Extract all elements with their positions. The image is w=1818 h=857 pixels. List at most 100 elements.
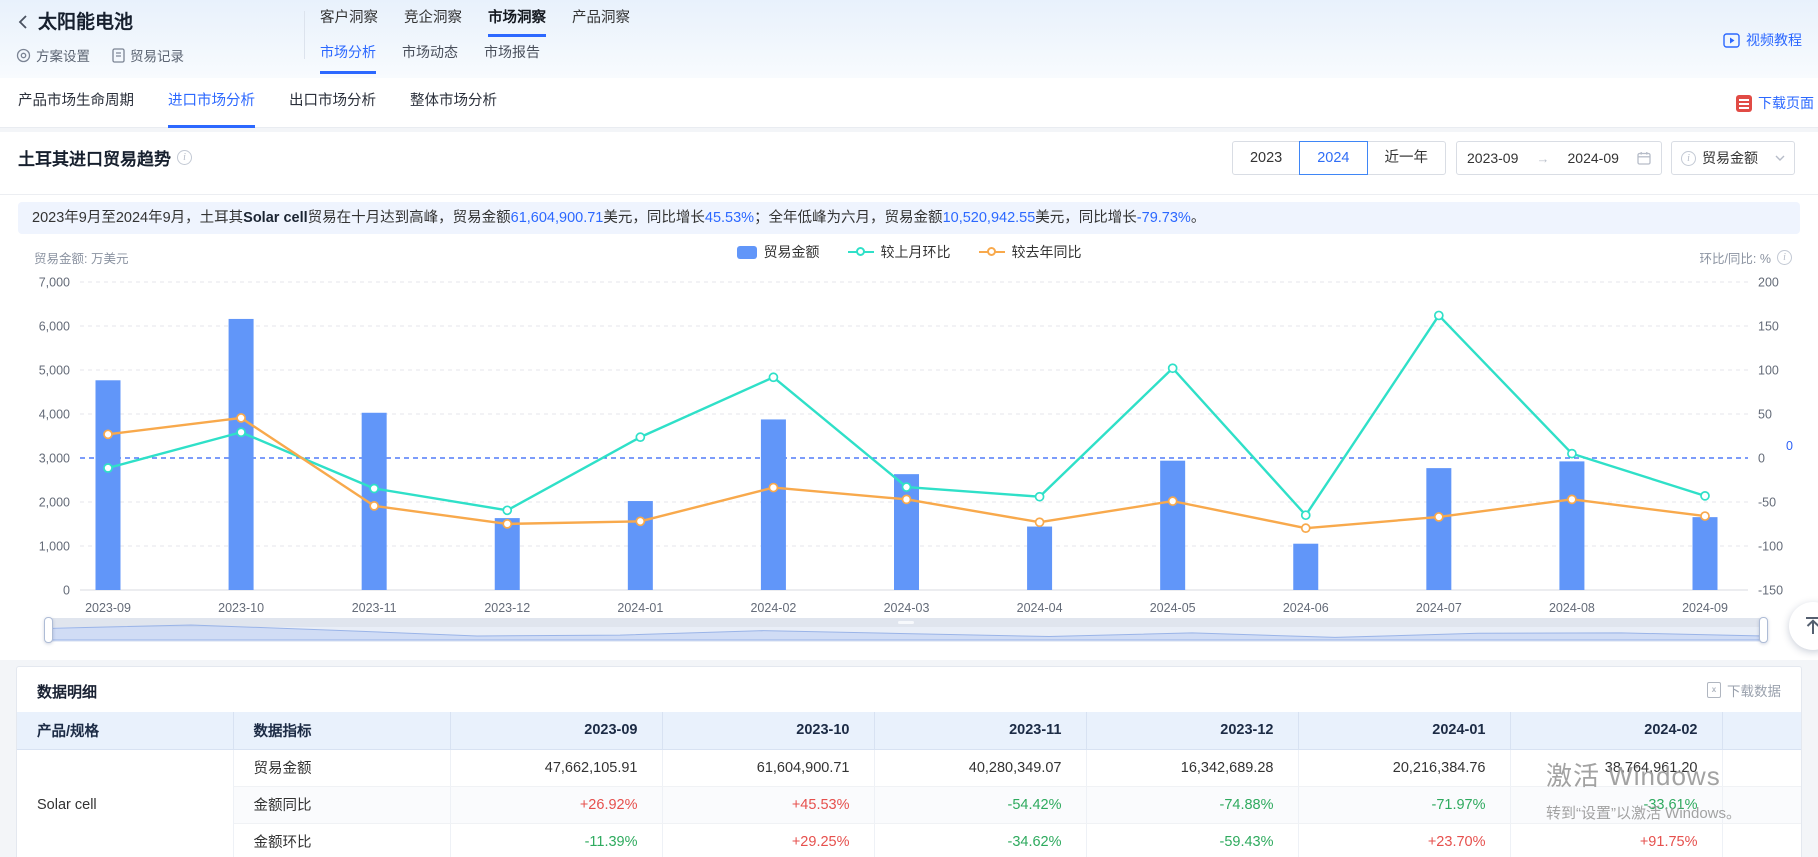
point-较上月环比-2024-03[interactable]: [903, 483, 911, 491]
value-cell-2024-02-金额环比: +91.75%: [1510, 823, 1722, 857]
indicator-cell: 贸易金额: [233, 749, 450, 786]
tab-competitor-insight[interactable]: 竞企洞察: [404, 6, 462, 37]
value-cell-2024-01-金额环比: +23.70%: [1298, 823, 1510, 857]
analysis-navband: 产品市场生命周期 进口市场分析 出口市场分析 整体市场分析 下载页面: [0, 78, 1818, 128]
point-较去年同比-2024-04[interactable]: [1036, 518, 1044, 526]
date-range-picker[interactable]: 2023-09 → 2024-09: [1456, 141, 1662, 175]
bar-2024-04[interactable]: [1027, 527, 1052, 590]
bar-2024-09[interactable]: [1693, 517, 1718, 590]
range-arrow-icon: →: [1536, 151, 1549, 166]
app-root: 太阳能电池 方案设置 贸易记录 客户洞察 竞企洞察 市场洞察 产品洞察 市场分析…: [0, 0, 1818, 857]
indicator-cell: 金额同比: [233, 786, 450, 823]
value-cell-2023-09-金额环比: -11.39%: [450, 823, 662, 857]
scheme-settings-link[interactable]: 方案设置: [16, 45, 90, 65]
bar-2024-07[interactable]: [1426, 468, 1451, 590]
pdf-icon: [1736, 95, 1752, 112]
x-axis-label: 2024-09: [1682, 601, 1728, 615]
x-axis-label: 2024-07: [1416, 601, 1462, 615]
legend-mom[interactable]: 较上月环比: [848, 242, 951, 262]
point-较去年同比-2024-06[interactable]: [1302, 524, 1310, 532]
arrow-to-top-icon: [1803, 616, 1818, 636]
range-end: 2024-09: [1568, 150, 1619, 166]
excel-icon: x: [1707, 682, 1721, 698]
point-较去年同比-2023-09[interactable]: [104, 430, 112, 438]
left-axis-tick: 0: [63, 584, 70, 598]
nav-overall-market-analysis[interactable]: 整体市场分析: [410, 78, 497, 128]
x-axis-label: 2023-12: [484, 601, 530, 615]
point-较去年同比-2024-08[interactable]: [1568, 495, 1576, 503]
bar-2023-09[interactable]: [96, 380, 121, 590]
point-较上月环比-2024-02[interactable]: [769, 373, 777, 381]
point-较上月环比-2023-10[interactable]: [237, 428, 245, 436]
section-title: 土耳其进口贸易趋势 i: [18, 145, 192, 170]
subtab-market-report[interactable]: 市场报告: [484, 42, 540, 74]
bar-2024-05[interactable]: [1160, 461, 1185, 590]
point-较上月环比-2024-04[interactable]: [1036, 493, 1044, 501]
point-较上月环比-2023-09[interactable]: [104, 464, 112, 472]
legend-bar-swatch: [737, 246, 757, 259]
point-较去年同比-2023-12[interactable]: [503, 520, 511, 528]
info-icon[interactable]: i: [1777, 250, 1792, 265]
tab-customer-insight[interactable]: 客户洞察: [320, 6, 378, 37]
legend-trade-amount[interactable]: 贸易金额: [737, 242, 820, 262]
document-icon: [112, 48, 125, 63]
slider-left-handle[interactable]: [44, 617, 53, 643]
info-icon[interactable]: i: [177, 150, 192, 165]
data-zoom-slider[interactable]: [48, 618, 1764, 642]
point-较去年同比-2024-07[interactable]: [1435, 513, 1443, 521]
nav-export-market-analysis[interactable]: 出口市场分析: [289, 78, 376, 128]
chart-legend: 贸易金额 较上月环比 较去年同比: [0, 242, 1818, 262]
recent-year-button[interactable]: 近一年: [1367, 141, 1447, 175]
point-较上月环比-2024-05[interactable]: [1169, 364, 1177, 372]
value-cell-2024-02-贸易金额: 38,764,961.20: [1510, 749, 1722, 786]
subtab-market-analysis[interactable]: 市场分析: [320, 42, 376, 74]
point-较去年同比-2024-05[interactable]: [1169, 497, 1177, 505]
year-button-group: 2023 2024 近一年: [1232, 141, 1446, 175]
calendar-icon: [1637, 151, 1651, 165]
point-较去年同比-2023-11[interactable]: [370, 502, 378, 510]
metric-dropdown[interactable]: i 贸易金额: [1671, 141, 1795, 175]
indicator-cell: 金额环比: [233, 823, 450, 857]
column-header-2023-11: 2023-11: [874, 712, 1086, 749]
value-cell-2023-10-金额环比: +29.25%: [662, 823, 874, 857]
point-较去年同比-2024-03[interactable]: [903, 495, 911, 503]
subtab-market-dynamics[interactable]: 市场动态: [402, 42, 458, 74]
year-2024-button[interactable]: 2024: [1299, 141, 1367, 175]
point-较上月环比-2024-07[interactable]: [1435, 311, 1443, 319]
legend-line-swatch: [848, 251, 874, 253]
bar-2024-01[interactable]: [628, 501, 653, 590]
right-axis-tick: -50: [1758, 496, 1776, 510]
back-icon[interactable]: [14, 12, 34, 32]
bar-2023-10[interactable]: [229, 319, 254, 590]
download-data-button[interactable]: x 下载数据: [1707, 680, 1781, 700]
point-较上月环比-2023-12[interactable]: [503, 506, 511, 514]
trade-records-link[interactable]: 贸易记录: [112, 45, 184, 65]
point-较去年同比-2024-02[interactable]: [769, 484, 777, 492]
download-data-label: 下载数据: [1727, 680, 1781, 700]
year-2023-button[interactable]: 2023: [1232, 141, 1300, 175]
nav-product-lifecycle[interactable]: 产品市场生命周期: [18, 78, 134, 128]
point-较上月环比-2024-08[interactable]: [1568, 450, 1576, 458]
bar-2023-12[interactable]: [495, 518, 520, 590]
bar-2024-08[interactable]: [1559, 461, 1584, 590]
tab-product-insight[interactable]: 产品洞察: [572, 6, 630, 37]
trend-title-text: 土耳其进口贸易趋势: [18, 145, 171, 170]
point-较上月环比-2024-09[interactable]: [1701, 492, 1709, 500]
point-较去年同比-2023-10[interactable]: [237, 414, 245, 422]
legend-yoy[interactable]: 较去年同比: [979, 242, 1082, 262]
point-较去年同比-2024-01[interactable]: [636, 517, 644, 525]
bar-2024-02[interactable]: [761, 419, 786, 590]
bar-2024-06[interactable]: [1293, 544, 1318, 590]
value-cell-2023-10-贸易金额: 61,604,900.71: [662, 749, 874, 786]
value-cell-2023-11-贸易金额: 40,280,349.07: [874, 749, 1086, 786]
point-较上月环比-2023-11[interactable]: [370, 484, 378, 492]
point-较上月环比-2024-01[interactable]: [636, 433, 644, 441]
slider-right-handle[interactable]: [1759, 617, 1768, 643]
video-tutorial-link[interactable]: 视频教程: [1723, 30, 1802, 50]
nav-import-market-analysis[interactable]: 进口市场分析: [168, 78, 255, 128]
tab-market-insight[interactable]: 市场洞察: [488, 6, 546, 37]
download-page-link[interactable]: 下载页面: [1736, 78, 1814, 128]
trend-chart[interactable]: 7,0006,0005,0004,0003,0002,0001,00002001…: [18, 272, 1800, 620]
point-较去年同比-2024-09[interactable]: [1701, 512, 1709, 520]
point-较上月环比-2024-06[interactable]: [1302, 511, 1310, 519]
